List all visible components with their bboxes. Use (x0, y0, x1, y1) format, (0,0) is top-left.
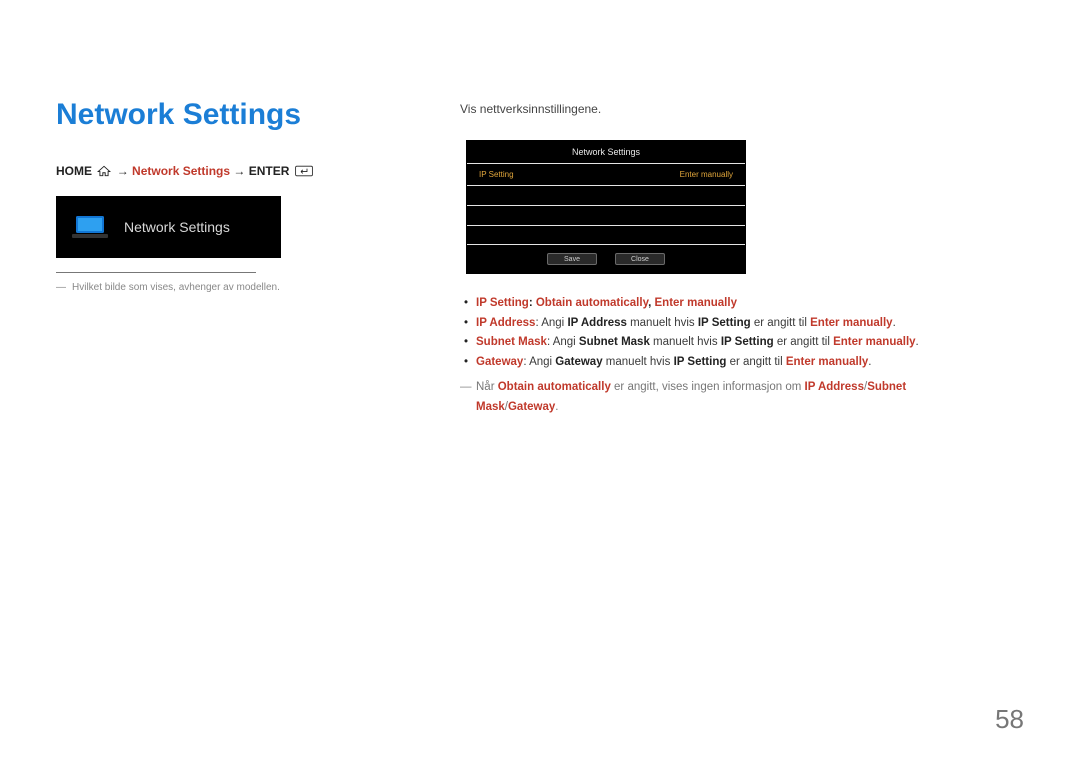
menu-tile: Network Settings (56, 196, 281, 258)
page-number: 58 (995, 704, 1024, 735)
breadcrumb-arrow-2: → (233, 164, 245, 178)
footnote-text: Hvilket bilde som vises, avhenger av mod… (72, 282, 280, 293)
b3-k3: Enter manually (833, 336, 915, 348)
b4-t2: manuelt hvis (603, 356, 674, 368)
panel-buttons: Save Close (467, 245, 745, 265)
panel-row-blank-3 (467, 225, 745, 245)
footnote: ― Hvilket bilde som vises, avhenger av mo… (56, 281, 386, 295)
panel-row-label: IP Setting (479, 170, 514, 179)
footnote-dash: ― (56, 282, 68, 293)
bullet-list: IP Setting: Obtain automatically, Enter … (460, 294, 990, 372)
note-t2: er angitt, vises ingen informasjon om (611, 381, 805, 393)
page-title: Network Settings (56, 98, 386, 132)
menu-tile-label: Network Settings (124, 219, 230, 235)
b1-label: IP Setting (476, 297, 529, 309)
panel-row-value: Enter manually (680, 170, 733, 179)
b4-t1: Angi (529, 356, 555, 368)
b2-label: IP Address (476, 317, 535, 329)
enter-icon (295, 165, 313, 180)
b2-t3: er angitt til (751, 317, 810, 329)
breadcrumb-home: HOME (56, 164, 92, 178)
home-icon (97, 165, 111, 180)
b2-k2: IP Setting (698, 317, 751, 329)
panel-title: Network Settings (467, 141, 745, 163)
right-column: Vis nettverksinnstillingene. Network Set… (460, 102, 990, 417)
left-column: Network Settings HOME → Network Settings… (56, 98, 386, 295)
intro-text: Vis nettverksinnstillingene. (460, 102, 990, 116)
breadcrumb-network-settings: Network Settings (132, 164, 230, 178)
b4-label: Gateway (476, 356, 523, 368)
note-t1: Når (476, 381, 498, 393)
note-k4: Gateway (508, 401, 555, 413)
b2-t1: Angi (541, 317, 567, 329)
manual-page: Network Settings HOME → Network Settings… (0, 0, 1080, 763)
b2-dot: . (893, 317, 896, 329)
breadcrumb-enter: ENTER (249, 164, 290, 178)
breadcrumb-arrow-1: → (117, 164, 129, 178)
b1-v2: Enter manually (655, 297, 737, 309)
b4-t3: er angitt til (726, 356, 785, 368)
b3-t1: Angi (553, 336, 579, 348)
settings-panel: Network Settings IP Setting Enter manual… (466, 140, 746, 274)
b3-t2: manuelt hvis (650, 336, 721, 348)
bullet-ip-address: IP Address: Angi IP Address manuelt hvis… (460, 314, 990, 334)
note-dot: . (555, 401, 558, 413)
b1-v1: Obtain automatically (536, 297, 648, 309)
b3-k1: Subnet Mask (579, 336, 650, 348)
b2-k1: IP Address (567, 317, 626, 329)
divider (56, 272, 256, 273)
b4-k2: IP Setting (674, 356, 727, 368)
b1-sep: : (529, 297, 536, 309)
close-button[interactable]: Close (615, 253, 665, 265)
note-dash: ― (460, 378, 474, 398)
bullet-gateway: Gateway: Angi Gateway manuelt hvis IP Se… (460, 353, 990, 373)
bullet-subnet-mask: Subnet Mask: Angi Subnet Mask manuelt hv… (460, 333, 990, 353)
b3-dot: . (916, 336, 919, 348)
save-button[interactable]: Save (547, 253, 597, 265)
b2-t2: manuelt hvis (627, 317, 698, 329)
b4-dot: . (868, 356, 871, 368)
b3-k2: IP Setting (721, 336, 774, 348)
b4-k3: Enter manually (786, 356, 868, 368)
panel-row-ip-setting: IP Setting Enter manually (467, 163, 745, 185)
note-k1: Obtain automatically (498, 381, 611, 393)
note-k2: IP Address (805, 381, 864, 393)
bullet-ip-setting: IP Setting: Obtain automatically, Enter … (460, 294, 990, 314)
breadcrumb: HOME → Network Settings → ENTER (56, 164, 386, 180)
b4-k1: Gateway (555, 356, 602, 368)
b3-label: Subnet Mask (476, 336, 547, 348)
panel-row-blank-1 (467, 185, 745, 205)
b2-k3: Enter manually (810, 317, 892, 329)
laptop-icon (70, 214, 110, 240)
panel-row-blank-2 (467, 205, 745, 225)
note: ― Når Obtain automatically er angitt, vi… (460, 378, 990, 417)
b3-t3: er angitt til (774, 336, 833, 348)
